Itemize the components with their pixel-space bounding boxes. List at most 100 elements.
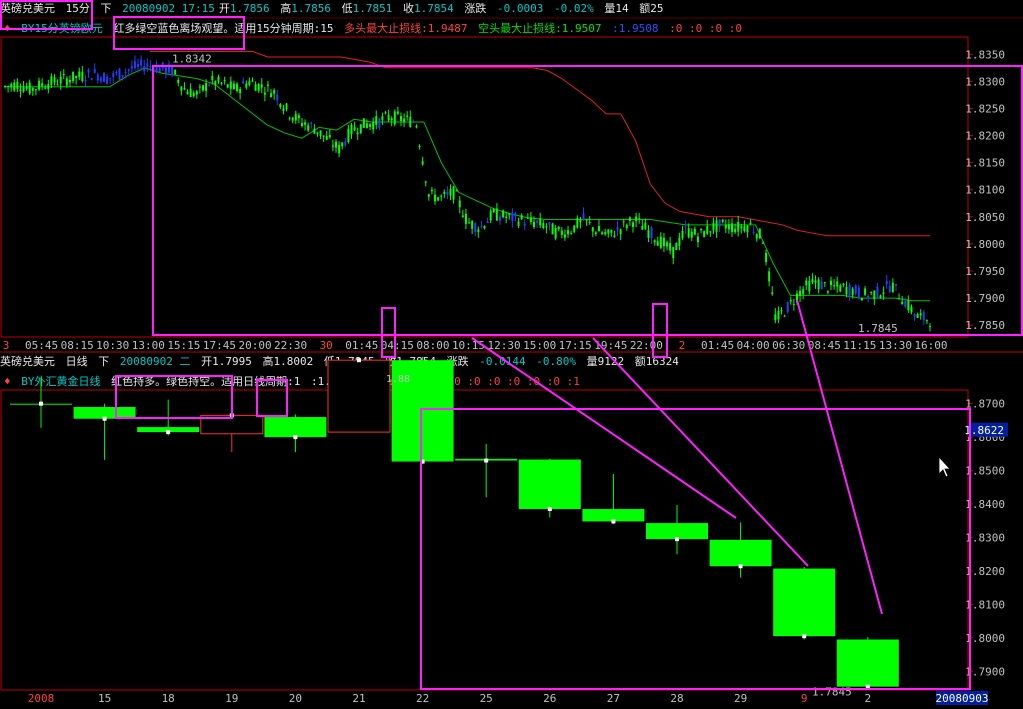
y-tick-label: 1.7900 (965, 292, 1005, 305)
price-bar (322, 135, 325, 137)
price-bar (567, 230, 570, 235)
price-bar (653, 240, 656, 243)
price-bar (412, 121, 415, 123)
price-bar (245, 83, 248, 88)
price-bar (724, 225, 727, 229)
price-bar (860, 297, 863, 301)
price-bar (140, 59, 143, 66)
price-bar (75, 76, 78, 78)
time-axis-label: 15:15 (167, 339, 200, 352)
price-bar (746, 225, 749, 233)
price-bar (331, 145, 334, 147)
price-bar (186, 91, 189, 95)
daily-candle (773, 568, 836, 637)
price-bar (418, 146, 421, 148)
price-bar (313, 128, 316, 134)
price-bar (31, 87, 34, 91)
price-bar (341, 142, 344, 147)
price-bar (786, 302, 789, 313)
price-bar (415, 125, 418, 128)
price-bar (808, 281, 811, 292)
date-axis-label: 26 (543, 692, 556, 705)
price-bar (276, 94, 279, 101)
price-bar (189, 88, 192, 97)
price-bar (616, 227, 619, 231)
price-bar (34, 89, 37, 91)
price-bar (239, 89, 242, 94)
price-bar (455, 190, 458, 192)
time-axis-label: 10:30 (96, 339, 129, 352)
price-bar (22, 87, 25, 92)
price-bar (133, 61, 136, 69)
price-bar (81, 71, 84, 81)
price-bar (894, 283, 897, 286)
price-bar (820, 281, 823, 290)
price-bar (399, 116, 402, 121)
price-bar (84, 79, 87, 82)
y-tick-label: 1.8300 (965, 531, 1005, 544)
max-price-label: 1.8342 (172, 53, 212, 66)
y-tick-label: 1.8200 (965, 565, 1005, 578)
y-tick-label: 1.8250 (965, 102, 1005, 115)
price-bar (47, 84, 50, 90)
price-bar (443, 191, 446, 194)
price-bar (102, 73, 105, 82)
price-bar (693, 228, 696, 235)
price-bar (164, 67, 167, 74)
price-bar (703, 231, 706, 238)
price-bar (737, 221, 740, 232)
price-bar (143, 66, 146, 72)
price-bar (799, 290, 802, 296)
price-bar (226, 84, 229, 88)
price-bar (471, 221, 474, 229)
time-axis-label: 04:15 (381, 339, 414, 352)
price-bar (344, 141, 347, 146)
price-bar (316, 132, 319, 134)
price-bar (823, 282, 826, 284)
price-bar (573, 225, 576, 232)
price-bar (177, 79, 180, 84)
price-bar (622, 221, 625, 223)
time-axis-label: 13:30 (879, 339, 912, 352)
time-axis-label: 3 (3, 339, 10, 352)
price-bar (260, 84, 263, 88)
price-bar (205, 83, 208, 92)
price-bar (180, 86, 183, 91)
price-bar (659, 236, 662, 248)
price-bar (44, 87, 47, 89)
price-bar (700, 228, 703, 231)
date-axis-label: 19 (225, 692, 238, 705)
price-bar (740, 226, 743, 229)
stop-line-green (5, 67, 930, 302)
y-tick-label: 1.8050 (965, 211, 1005, 224)
price-bar (628, 217, 631, 221)
price-bar (38, 80, 41, 90)
y-tick-label: 1.7900 (965, 665, 1005, 678)
annotation-arrow (471, 337, 737, 519)
price-bar (545, 226, 548, 228)
price-bar (403, 118, 406, 123)
price-bar (560, 230, 563, 235)
price-bar (529, 217, 532, 222)
close-marker (611, 519, 616, 524)
price-bar (514, 212, 517, 217)
price-bar (229, 81, 232, 89)
daily-candle (646, 523, 708, 540)
price-bar (777, 310, 780, 320)
price-bar (127, 69, 130, 71)
time-axis-label: 12:30 (488, 339, 521, 352)
date-axis-label: 9 (801, 692, 808, 705)
min-price-label: 1.7845 (858, 322, 898, 335)
price-bar (437, 197, 440, 201)
price-bar (232, 83, 235, 90)
price-bar (662, 237, 665, 247)
annotation-box (256, 379, 288, 417)
close-marker (39, 401, 43, 406)
time-axis-label: 06:30 (772, 339, 805, 352)
price-bar (870, 292, 873, 294)
price-bar (641, 225, 644, 230)
price-bar (727, 224, 730, 230)
price-bar (879, 295, 882, 298)
price-bar (802, 289, 805, 295)
price-bar (743, 226, 746, 232)
